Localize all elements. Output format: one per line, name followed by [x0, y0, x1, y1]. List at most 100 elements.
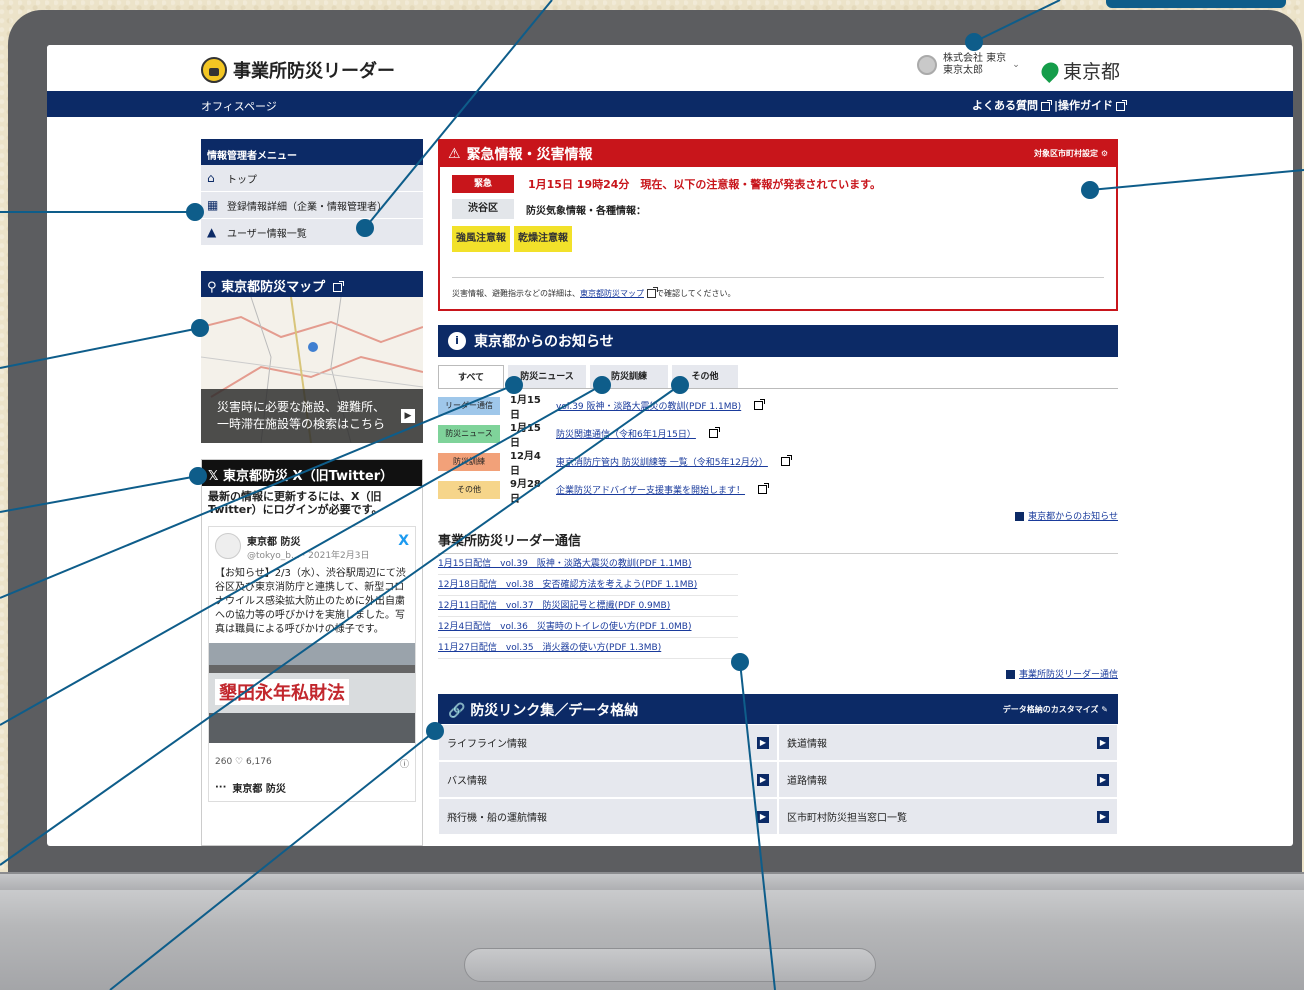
link-item[interactable]: バス情報 ▶ [438, 761, 778, 798]
chevron-right-icon: ▶ [1097, 773, 1109, 786]
warning-badges: 強風注意報 乾燥注意報 [440, 219, 1116, 252]
x-post-text: 【お知らせ】2/3（水）、渋谷駅周辺にて渋谷区及び東京消防庁と連携して、新型コロ… [215, 568, 406, 635]
faq-link[interactable]: よくある質問 [972, 97, 1052, 113]
site-logo[interactable]: 事業所防災リーダー [201, 57, 395, 83]
sidebar-item-top[interactable]: ⌂ トップ [201, 165, 423, 192]
guide-link[interactable]: |操作ガイド [1053, 97, 1127, 113]
x-post-stats: 260 ♡ 6,176 ⓘ [215, 743, 409, 770]
info-icon[interactable]: ⓘ [400, 757, 409, 770]
chevron-right-icon: ▶ [757, 773, 769, 786]
external-link-icon [647, 287, 658, 298]
disaster-map-widget[interactable]: ⚲ 東京都防災マップ 災害時に必要な施設、避難所、 一時滞在施設等の検索はこちら… [201, 271, 423, 443]
news-link[interactable]: 東京消防庁管内 防災訓練等 一覧（令和5年12月分） [556, 455, 768, 468]
area-info-label: 防災気象情報・各種情報： [526, 205, 646, 217]
helmet-icon [201, 57, 227, 83]
external-link-icon [754, 399, 766, 410]
tab-all[interactable]: すべて [438, 365, 504, 388]
category-badge: その他 [438, 480, 500, 499]
sidebar-item-label: トップ [227, 174, 257, 186]
newsletter-link[interactable]: 12月11日配信 vol.37 防災図記号と標識(PDF 0.9MB) [438, 596, 738, 617]
external-link-icon [332, 281, 344, 292]
news-more-link[interactable]: 東京都からのお知らせ [438, 509, 1118, 522]
map-thumbnail[interactable]: 災害時に必要な施設、避難所、 一時滞在施設等の検索はこちら ▶ [201, 297, 423, 443]
external-link-icon [1116, 99, 1127, 111]
chevron-right-icon: ▶ [1097, 736, 1109, 749]
x-timeline-widget: 𝕏 東京都防災 X（旧Twitter） 最新の情報に更新するには、X（旧Twit… [201, 459, 423, 846]
note-suffix: で確認してください。 [656, 289, 736, 298]
x-post-card[interactable]: 東京都 防災 @tokyo_b... · 2021年2月3日 X 【お知らせ】2… [208, 526, 416, 802]
tab-disaster-news[interactable]: 防災ニュース [508, 365, 586, 388]
pencil-icon: ✎ [1101, 705, 1108, 714]
x-next-post[interactable]: ··· 東京都 防災 [215, 780, 409, 795]
category-badge: 防災ニュース [438, 424, 500, 443]
emergency-title: ⚠ 緊急情報・災害情報 対象区市町村設定 ⚙ [440, 141, 1116, 167]
news-title: i 東京都からのお知らせ [438, 325, 1118, 357]
x-account-name: 東京都 防災 [247, 537, 301, 548]
newsletter-link[interactable]: 12月18日配信 vol.38 安否確認方法を考えよう(PDF 1.1MB) [438, 575, 738, 596]
users-icon: ▲ [207, 225, 217, 239]
emergency-title-text: 緊急情報・災害情報 [466, 147, 593, 163]
link-item[interactable]: 飛行機・船の運航情報 ▶ [438, 798, 778, 835]
external-link-icon [1040, 99, 1052, 111]
link-item[interactable]: 道路情報 ▶ [778, 761, 1118, 798]
news-row[interactable]: その他 9月28日 企業防災アドバイザー支援事業を開始します！ [438, 478, 1118, 505]
tokyo-news-section: i 東京都からのお知らせ すべて 防災ニュース 防災訓練 その他 リーダー通信 … [438, 325, 1118, 522]
category-badge: 防災訓練 [438, 452, 500, 471]
sidebar-item-label: ユーザー情報一覧 [227, 228, 307, 240]
news-row[interactable]: リーダー通信 1月15日 vol.39 阪神・淡路大震災の教訓(PDF 1.1M… [438, 394, 1118, 421]
tab-drill[interactable]: 防災訓練 [590, 365, 668, 388]
leader-more-link[interactable]: 事業所防災リーダー通信 [438, 667, 1118, 680]
newsletter-link[interactable]: 12月4日配信 vol.36 災害時のトイレの使い方(PDF 1.0MB) [438, 617, 738, 638]
x-post-photo[interactable]: 墾田永年私財法 [209, 643, 415, 743]
chevron-down-icon: ⌄ [1012, 60, 1020, 70]
news-date: 1月15日 [510, 394, 541, 421]
navbar-links: よくある質問 |操作ガイド [972, 97, 1127, 113]
newsletter-link[interactable]: 11月27日配信 vol.35 消火器の使い方(PDF 1.3MB) [438, 638, 738, 659]
x-next-account: 東京都 防災 [232, 784, 286, 795]
tokyo-logo[interactable]: 東京都 [1037, 57, 1120, 84]
building-icon: ▦ [207, 198, 219, 212]
disaster-map-link[interactable]: 東京都防災マップ [580, 289, 644, 298]
map-caption: 災害時に必要な施設、避難所、 一時滞在施設等の検索はこちら ▶ [201, 389, 423, 443]
news-link[interactable]: 防災関連通信（令和6年1月15日） [556, 427, 696, 440]
news-link[interactable]: 企業防災アドバイザー支援事業を開始します！ [556, 483, 745, 496]
sidebar-item-registration[interactable]: ▦ 登録情報詳細（企業・情報管理者） [201, 192, 423, 219]
news-row[interactable]: 防災ニュース 1月15日 防災関連通信（令和6年1月15日） [438, 422, 1118, 449]
x-account-handle: @tokyo_b... · 2021年2月3日 [247, 551, 370, 561]
news-row[interactable]: 防災訓練 12月4日 東京消防庁管内 防災訓練等 一覧（令和5年12月分） [438, 450, 1118, 477]
laptop-base-lip [0, 874, 1304, 890]
x-post-counts: 260 ♡ 6,176 [215, 757, 272, 767]
note-prefix: 災害情報、避難指示などの詳細は、 [452, 289, 580, 298]
leader-more-label: 事業所防災リーダー通信 [1018, 670, 1118, 680]
user-menu[interactable]: 株式会社 東京 東京太郎 ⌄ [917, 53, 1020, 77]
news-title-text: 東京都からのお知らせ [474, 334, 614, 350]
news-date: 1月15日 [510, 422, 541, 449]
avatar: ··· [215, 782, 227, 793]
avatar [215, 533, 241, 559]
tab-other[interactable]: その他 [672, 365, 738, 388]
news-link[interactable]: vol.39 阪神・淡路大震災の教訓(PDF 1.1MB) [556, 399, 741, 412]
sidebar-item-users[interactable]: ▲ ユーザー情報一覧 [201, 219, 423, 246]
newsletter-link[interactable]: 1月15日配信 vol.39 阪神・淡路大震災の教訓(PDF 1.1MB) [438, 554, 738, 575]
tokyo-leaf-icon [1037, 58, 1063, 83]
x-widget-title: 𝕏 東京都防災 X（旧Twitter） [202, 460, 422, 486]
customize-label: データ格納のカスタマイズ [1002, 705, 1099, 714]
area-settings-button[interactable]: 対象区市町村設定 ⚙ [1034, 148, 1108, 159]
links-grid: ライフライン情報 ▶ 鉄道情報 ▶ バス情報 ▶ 道路情報 ▶ 飛行機・船の運航情報 ▶ … [438, 724, 1118, 835]
warning-icon: ⚠ [448, 146, 461, 162]
link-item[interactable]: ライフライン情報 ▶ [438, 724, 778, 761]
warning-badge: 乾燥注意報 [514, 226, 572, 252]
link-item[interactable]: 鉄道情報 ▶ [778, 724, 1118, 761]
link-item-label: 鉄道情報 [787, 739, 827, 750]
user-info: 株式会社 東京 東京太郎 [943, 53, 1006, 77]
link-item-label: 区市町村防災担当窓口一覧 [787, 813, 907, 824]
link-item[interactable]: 区市町村防災担当窓口一覧 ▶ [778, 798, 1118, 835]
customize-button[interactable]: データ格納のカスタマイズ ✎ [1003, 704, 1108, 715]
link-item-label: 飛行機・船の運航情報 [447, 813, 547, 824]
chevron-right-icon [1005, 670, 1015, 679]
guide-link-label: |操作ガイド [1053, 99, 1113, 112]
chevron-right-icon: ▶ [757, 810, 769, 823]
map-caption-line1: 災害時に必要な施設、避難所、 [217, 400, 386, 414]
chevron-right-icon [1015, 512, 1025, 521]
site-header: 事業所防災リーダー 株式会社 東京 東京太郎 ⌄ 東京都 [47, 45, 1293, 91]
